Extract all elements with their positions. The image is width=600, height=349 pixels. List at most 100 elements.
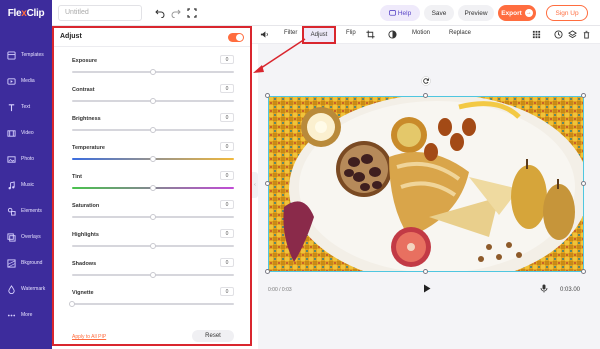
duration-label: 0:03.00 <box>560 287 581 293</box>
slider-label: Vignette <box>72 290 94 296</box>
resize-handle[interactable] <box>581 93 586 98</box>
panel-title: Adjust <box>60 33 82 40</box>
resize-handle[interactable] <box>581 181 586 186</box>
replace-tool[interactable]: Replace <box>449 30 471 36</box>
reset-button[interactable]: Reset <box>192 330 234 342</box>
sidebar-item-background[interactable]: Bkground <box>0 254 52 272</box>
slider-temperature: Temperature 0 <box>72 142 234 167</box>
resize-handle[interactable] <box>423 269 428 274</box>
arrow-right-icon: → <box>524 9 533 17</box>
slider-saturation: Saturation 0 <box>72 200 234 225</box>
slider-thumb[interactable] <box>69 301 75 307</box>
slider-value-input[interactable]: 0 <box>220 200 234 209</box>
resize-handle[interactable] <box>265 93 270 98</box>
slider-label: Temperature <box>72 145 105 151</box>
sidebar-item-elements[interactable]: Elements <box>0 202 52 220</box>
layers-icon[interactable] <box>568 30 577 39</box>
slider-thumb[interactable] <box>150 214 156 220</box>
clock-icon[interactable] <box>554 30 563 39</box>
slider-thumb[interactable] <box>150 98 156 104</box>
trash-icon[interactable] <box>582 30 591 39</box>
sidebar-item-photo[interactable]: Photo <box>0 150 52 168</box>
chat-icon <box>388 9 396 16</box>
export-button[interactable]: Export → <box>498 5 536 21</box>
sidebar-item-templates[interactable]: Templates <box>0 46 52 64</box>
slider-value-input[interactable]: 0 <box>220 113 234 122</box>
sidebar-item-video[interactable]: Video <box>0 124 52 142</box>
slider-label: Tint <box>72 174 82 180</box>
sidebar-item-media[interactable]: Media <box>0 72 52 90</box>
slider-value-input[interactable]: 0 <box>220 142 234 151</box>
slider-exposure: Exposure 0 <box>72 55 234 80</box>
redo-icon[interactable] <box>170 7 182 19</box>
slider-contrast: Contrast 0 <box>72 84 234 109</box>
microphone-icon[interactable] <box>540 284 548 293</box>
background-icon <box>7 258 16 268</box>
slider-label: Exposure <box>72 58 98 64</box>
sidebar-item-music[interactable]: Music <box>0 176 52 194</box>
top-bar: FlexClip Untitled Help Save Preview Expo… <box>0 0 600 26</box>
help-label: Help <box>397 9 412 17</box>
flip-tool[interactable]: Flip <box>346 30 356 36</box>
slider-label: Contrast <box>72 87 95 93</box>
adjust-tool-label: Adjust <box>310 32 328 38</box>
resize-handle[interactable] <box>581 269 586 274</box>
slider-thumb[interactable] <box>150 243 156 249</box>
media-icon <box>7 77 16 85</box>
sidebar-item-label: More <box>21 312 33 318</box>
logo[interactable]: FlexClip <box>0 0 52 26</box>
slider-thumb[interactable] <box>150 69 156 75</box>
canvas-area: 0:00 / 0:03 0:03.00 <box>258 44 600 349</box>
sidebar-item-label: Photo <box>21 156 35 162</box>
logo-text: FlexClip <box>7 7 45 19</box>
sidebar-item-label: Watermark <box>21 286 46 292</box>
slider-thumb[interactable] <box>150 272 156 278</box>
slider-thumb[interactable] <box>150 127 156 133</box>
sign-up-button[interactable]: Sign Up <box>546 5 588 21</box>
slider-label: Brightness <box>72 116 101 122</box>
sidebar-item-text[interactable]: Text <box>0 98 52 116</box>
color-adjust-icon[interactable] <box>388 30 397 39</box>
elements-icon <box>7 207 16 216</box>
sidebar-item-label: Media <box>21 78 35 84</box>
project-title-input[interactable]: Untitled <box>58 5 142 21</box>
slider-value-input[interactable]: 0 <box>220 55 234 64</box>
rotate-icon[interactable] <box>421 76 431 86</box>
preview-button[interactable]: Preview <box>458 5 494 21</box>
resize-handle[interactable] <box>265 181 270 186</box>
sidebar-item-watermark[interactable]: Watermark <box>0 280 52 298</box>
templates-icon <box>7 50 16 60</box>
slider-value-input[interactable]: 0 <box>220 287 234 296</box>
slider-thumb[interactable] <box>150 185 156 191</box>
save-button[interactable]: Save <box>424 5 454 21</box>
slider-value-input[interactable]: 0 <box>220 84 234 93</box>
video-icon <box>7 129 16 137</box>
motion-tool[interactable]: Motion <box>412 30 430 36</box>
sidebar-item-overlays[interactable]: Overlays <box>0 228 52 246</box>
fullscreen-icon[interactable] <box>186 7 198 19</box>
overlays-icon <box>7 232 16 242</box>
slider-value-input[interactable]: 0 <box>220 258 234 267</box>
resize-handle[interactable] <box>423 93 428 98</box>
play-icon[interactable] <box>423 284 431 293</box>
sidebar-item-more[interactable]: More <box>0 306 52 324</box>
slider-value-input[interactable]: 0 <box>220 229 234 238</box>
text-icon <box>8 103 15 111</box>
sidebar-item-label: Text <box>21 104 31 110</box>
crop-icon[interactable] <box>366 30 375 39</box>
annotation-arrow <box>253 38 306 73</box>
grid-icon[interactable] <box>532 30 541 39</box>
adjust-toggle[interactable] <box>228 33 244 42</box>
slider-label: Highlights <box>72 232 99 238</box>
apply-to-all-link[interactable]: Apply to All PIP <box>72 334 106 340</box>
photo-icon <box>7 155 16 163</box>
sidebar: Templates Media Text Video Photo Music E… <box>0 26 52 349</box>
canvas-photo[interactable] <box>268 96 584 272</box>
slider-vignette: Vignette 0 <box>69 287 234 312</box>
undo-icon[interactable] <box>154 7 166 19</box>
slider-thumb[interactable] <box>150 156 156 162</box>
slider-value-input[interactable]: 0 <box>220 171 234 180</box>
resize-handle[interactable] <box>265 269 270 274</box>
slider-track[interactable] <box>72 303 234 305</box>
help-button[interactable]: Help <box>380 5 420 21</box>
